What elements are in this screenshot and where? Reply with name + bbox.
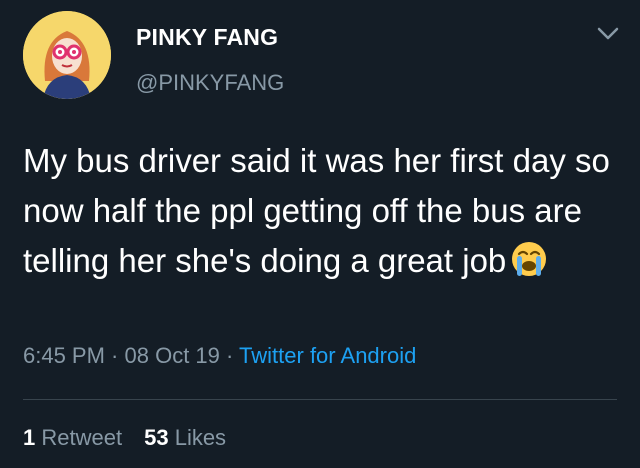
tweet-meta: 6:45 PM · 08 Oct 19 · Twitter for Androi…: [23, 343, 416, 369]
display-name[interactable]: PINKY FANG: [136, 24, 278, 51]
avatar-illustration-icon: [23, 11, 111, 99]
meta-separator: ·: [219, 343, 240, 368]
tweet-stats: 1 Retweet 53 Likes: [23, 425, 226, 451]
tweet-time: 6:45 PM: [23, 343, 105, 368]
like-count: 53: [144, 425, 169, 450]
loudly-crying-face-icon: [510, 240, 548, 278]
tweet-text: My bus driver said it was her first day …: [23, 136, 623, 286]
tweet-date: 08 Oct 19: [124, 343, 220, 368]
chevron-down-icon[interactable]: [597, 27, 619, 41]
like-label: Likes: [174, 425, 227, 450]
likes-stat[interactable]: 53 Likes: [144, 425, 226, 450]
tweet-source-link[interactable]: Twitter for Android: [239, 343, 416, 368]
meta-separator: ·: [104, 343, 125, 368]
retweets-stat[interactable]: 1 Retweet: [23, 425, 122, 450]
retweet-count: 1: [23, 425, 36, 450]
retweet-label: Retweet: [41, 425, 123, 450]
user-handle[interactable]: @PINKYFANG: [136, 70, 284, 96]
divider: [23, 399, 617, 400]
avatar[interactable]: [23, 11, 111, 99]
